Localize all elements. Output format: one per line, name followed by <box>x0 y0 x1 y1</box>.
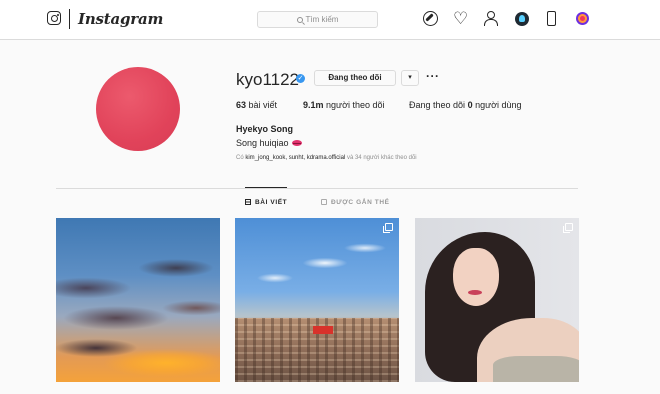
search-icon <box>296 17 303 23</box>
search-input[interactable]: Tìm kiếm <box>257 11 378 28</box>
logo-divider <box>69 9 70 29</box>
profile-avatar[interactable] <box>96 67 180 151</box>
post-thumbnail[interactable] <box>56 218 220 382</box>
more-options-icon[interactable]: ··· <box>426 69 440 83</box>
flag-shape <box>313 326 333 334</box>
posts-count: 63 bài viết <box>236 100 278 110</box>
user-icon[interactable] <box>483 11 498 26</box>
extension-icon[interactable] <box>515 12 529 26</box>
portrait-lips <box>468 290 482 295</box>
multiple-photos-icon <box>563 223 573 233</box>
lips-emoji-icon <box>291 140 302 146</box>
profile-username: kyo1122 <box>236 70 300 89</box>
active-tab-indicator <box>245 187 287 188</box>
instagram-wordmark[interactable]: Instagram <box>78 10 163 28</box>
tabs-divider <box>56 188 578 189</box>
tab-posts[interactable]: BÀI VIẾT <box>245 199 287 206</box>
tab-tagged[interactable]: ĐƯỢC GẮN THẺ <box>321 199 390 206</box>
suggestions-dropdown-button[interactable]: ▾ <box>401 70 419 86</box>
post-thumbnail[interactable] <box>235 218 399 382</box>
extension-icon[interactable] <box>576 12 589 25</box>
portrait-face <box>453 248 499 306</box>
profile-bio: Song huiqiao <box>236 138 302 148</box>
verified-badge-icon: ✓ <box>296 74 305 83</box>
heart-icon[interactable]: ♡ <box>453 10 468 27</box>
portrait-dress <box>493 356 579 382</box>
followers-count[interactable]: 9.1m người theo dõi <box>303 100 385 110</box>
grid-icon <box>245 199 251 205</box>
phone-icon[interactable] <box>547 11 556 26</box>
post-thumbnail[interactable] <box>415 218 579 382</box>
profile-full-name: Hyekyo Song <box>236 124 294 134</box>
instagram-glyph-icon[interactable] <box>47 11 61 25</box>
multiple-photos-icon <box>383 223 393 233</box>
following-button[interactable]: Đang theo dõi <box>314 70 396 86</box>
tagged-icon <box>321 199 327 205</box>
followed-by-line[interactable]: Có kim_jong_kook, sunht, kdrama.official… <box>236 155 417 161</box>
following-count[interactable]: Đang theo dõi 0 người dùng <box>409 100 522 110</box>
search-placeholder: Tìm kiếm <box>305 15 339 24</box>
compass-icon[interactable] <box>423 11 438 26</box>
top-navigation-bar: Instagram Tìm kiếm ♡ <box>0 0 660 40</box>
